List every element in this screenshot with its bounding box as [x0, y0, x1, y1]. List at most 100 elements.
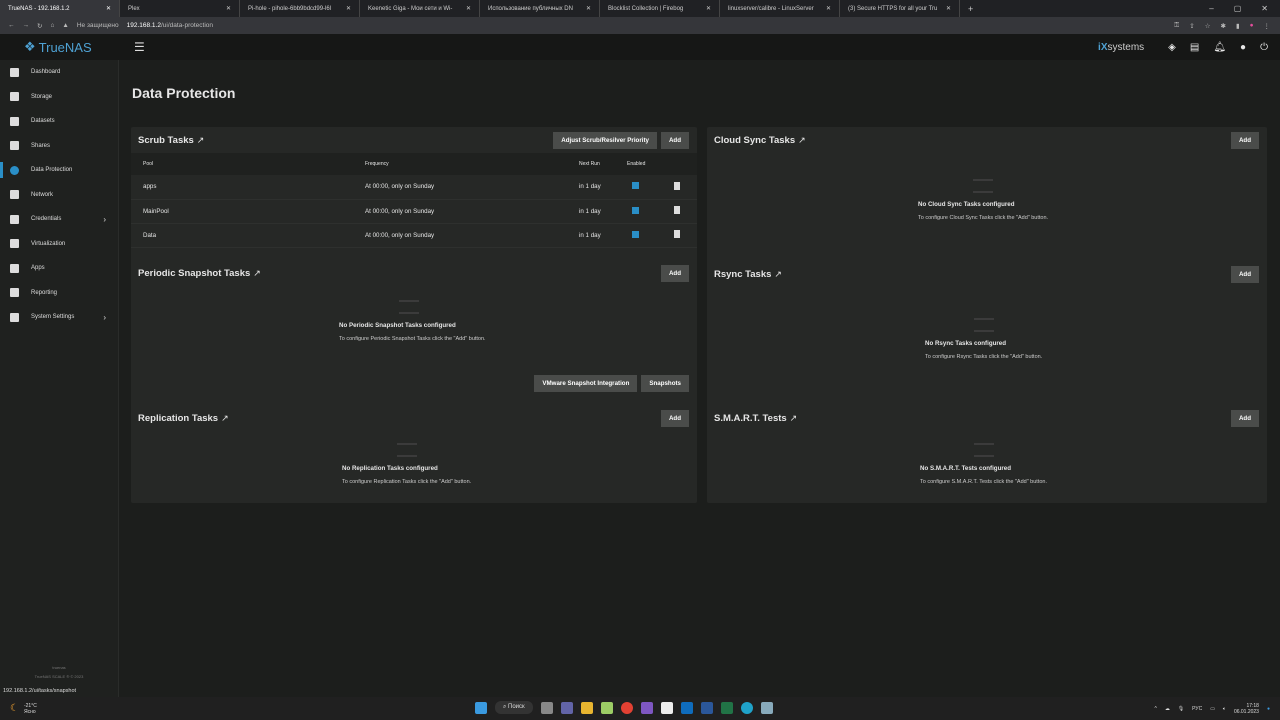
- vmware-snapshot-integration-button[interactable]: VMware Snapshot Integration: [534, 375, 638, 392]
- browser-tab[interactable]: Plex ✕: [120, 0, 240, 17]
- sidebar-item-shares[interactable]: Shares: [0, 134, 118, 159]
- delete-icon[interactable]: [674, 181, 681, 190]
- add-button[interactable]: Add: [660, 131, 689, 149]
- open-in-new-icon[interactable]: ↗: [253, 268, 261, 278]
- add-button[interactable]: Add: [1230, 265, 1259, 283]
- more-icon[interactable]: ⋮: [1264, 22, 1271, 30]
- close-icon[interactable]: ✕: [946, 5, 951, 12]
- adjust-priority-button[interactable]: Adjust Scrub/Resilver Priority: [553, 131, 657, 149]
- weather-widget[interactable]: ☾ -21°C Ясно: [0, 703, 37, 715]
- notifications-bell-icon[interactable]: 🔔︎: [1213, 42, 1226, 53]
- snapshots-button[interactable]: Snapshots: [641, 375, 689, 392]
- close-icon[interactable]: ✕: [226, 5, 231, 12]
- volume-icon[interactable]: 🔈︎: [1223, 706, 1226, 712]
- column-header[interactable]: Next Run: [579, 153, 627, 175]
- table-row[interactable]: Data At 00:00, only on Sunday in 1 day: [131, 223, 697, 248]
- card-title[interactable]: Replication Tasks: [138, 413, 218, 424]
- forward-icon[interactable]: →: [23, 22, 30, 29]
- browser-tab[interactable]: Использование публичных DN ✕: [480, 0, 600, 17]
- browser-tab[interactable]: Pi-hole - pihole-6bb9bdcd99-l6l ✕: [240, 0, 360, 17]
- edge-icon[interactable]: [740, 701, 753, 714]
- key-icon[interactable]: ⚿: [1174, 22, 1179, 30]
- mic-icon[interactable]: 🎙︎: [1178, 706, 1184, 712]
- enabled-checkbox[interactable]: [632, 182, 639, 190]
- sidepanel-icon[interactable]: ▮: [1236, 22, 1240, 30]
- browser-tab[interactable]: linuxserver/calibre - LinuxServer ✕: [720, 0, 840, 17]
- power-icon[interactable]: ⏻: [1260, 42, 1268, 53]
- reload-icon[interactable]: ↻: [37, 22, 42, 30]
- sidebar-item-virtualization[interactable]: Virtualization: [0, 232, 118, 257]
- open-in-new-icon[interactable]: ↗: [790, 413, 798, 423]
- chrome-icon[interactable]: [620, 701, 633, 714]
- column-header[interactable]: Frequency: [353, 153, 579, 175]
- card-title[interactable]: Cloud Sync Tasks: [714, 135, 795, 146]
- back-icon[interactable]: ←: [8, 22, 15, 29]
- open-in-new-icon[interactable]: ↗: [798, 135, 806, 145]
- card-title[interactable]: Rsync Tasks: [714, 269, 771, 280]
- hamburger-menu-icon[interactable]: ☰: [134, 40, 145, 54]
- tasks-clipboard-icon[interactable]: ▤: [1190, 42, 1199, 53]
- table-row[interactable]: MainPool At 00:00, only on Sunday in 1 day: [131, 199, 697, 224]
- enabled-checkbox[interactable]: [632, 230, 639, 238]
- sidebar-item-system-settings[interactable]: System Settings ›: [0, 305, 118, 330]
- chevron-up-icon[interactable]: ^: [1154, 706, 1156, 712]
- start-icon[interactable]: [475, 701, 487, 714]
- profile-avatar[interactable]: ●: [1250, 22, 1254, 30]
- explorer-icon[interactable]: [580, 701, 593, 714]
- url-input[interactable]: 192.168.1.2/ui/data-protection: [127, 22, 213, 29]
- app-icon[interactable]: [640, 701, 653, 714]
- display-icon[interactable]: ▭: [1210, 706, 1215, 712]
- star-icon[interactable]: ☆: [1205, 22, 1211, 30]
- sidebar-item-dashboard[interactable]: Dashboard: [0, 60, 118, 85]
- close-icon[interactable]: ✕: [466, 5, 471, 12]
- open-in-new-icon[interactable]: ↗: [197, 135, 205, 145]
- extensions-icon[interactable]: ✱: [1221, 22, 1226, 30]
- close-icon[interactable]: ✕: [706, 5, 711, 12]
- add-button[interactable]: Add: [1230, 131, 1259, 149]
- minimize-icon[interactable]: –: [1209, 4, 1213, 13]
- excel-icon[interactable]: [720, 701, 733, 714]
- card-title[interactable]: Scrub Tasks: [138, 135, 194, 146]
- maximize-icon[interactable]: ▢: [1234, 4, 1242, 13]
- sidebar-item-credentials[interactable]: Credentials ›: [0, 207, 118, 232]
- column-header[interactable]: Pool: [131, 153, 353, 175]
- ixsystems-logo[interactable]: iXsystems: [1098, 42, 1144, 53]
- truecommand-icon[interactable]: ◈: [1168, 42, 1176, 53]
- browser-tab[interactable]: (3) Secure HTTPS for all your Tru ✕: [840, 0, 960, 17]
- sidebar-item-apps[interactable]: Apps: [0, 256, 118, 281]
- network-icon[interactable]: ☁: [1165, 706, 1170, 712]
- delete-icon[interactable]: [674, 206, 681, 214]
- card-title[interactable]: Periodic Snapshot Tasks: [138, 268, 250, 279]
- language-indicator[interactable]: РУС: [1192, 706, 1202, 712]
- add-button[interactable]: Add: [1230, 409, 1259, 427]
- search-button[interactable]: ⌕ Поиск: [495, 701, 533, 714]
- sidebar-item-reporting[interactable]: Reporting: [0, 281, 118, 306]
- close-icon[interactable]: ✕: [346, 5, 351, 12]
- word-icon[interactable]: [700, 701, 713, 714]
- delete-icon[interactable]: [674, 230, 681, 238]
- close-icon[interactable]: ✕: [106, 5, 111, 12]
- account-icon[interactable]: ●: [1240, 42, 1246, 53]
- sidebar-item-network[interactable]: Network: [0, 183, 118, 208]
- close-icon[interactable]: ✕: [826, 5, 831, 12]
- teams-icon[interactable]: [560, 701, 573, 714]
- open-in-new-icon[interactable]: ↗: [774, 269, 782, 279]
- close-icon[interactable]: ✕: [586, 5, 591, 12]
- notification-icon[interactable]: ●: [1267, 706, 1270, 712]
- home-icon[interactable]: ⌂: [50, 22, 54, 29]
- outlook-icon[interactable]: [680, 701, 693, 714]
- add-button[interactable]: Add: [660, 264, 689, 282]
- sidebar-item-data-protection[interactable]: Data Protection: [0, 158, 118, 183]
- browser-tab[interactable]: Keenetic Giga - Мои сети и Wi- ✕: [360, 0, 480, 17]
- remote-desktop-icon[interactable]: [760, 701, 773, 714]
- browser-tab[interactable]: Blocklist Collection | Firebog ✕: [600, 0, 720, 17]
- new-tab-icon[interactable]: +: [960, 4, 973, 14]
- task-view-icon[interactable]: [540, 701, 553, 714]
- table-row[interactable]: apps At 00:00, only on Sunday in 1 day: [131, 175, 697, 200]
- wikipedia-icon[interactable]: [660, 701, 673, 714]
- sidebar-item-storage[interactable]: Storage: [0, 85, 118, 110]
- sidebar-item-datasets[interactable]: Datasets: [0, 109, 118, 134]
- card-title[interactable]: S.M.A.R.T. Tests: [714, 413, 787, 424]
- store-icon[interactable]: [600, 701, 613, 714]
- close-window-icon[interactable]: ✕: [1261, 4, 1268, 13]
